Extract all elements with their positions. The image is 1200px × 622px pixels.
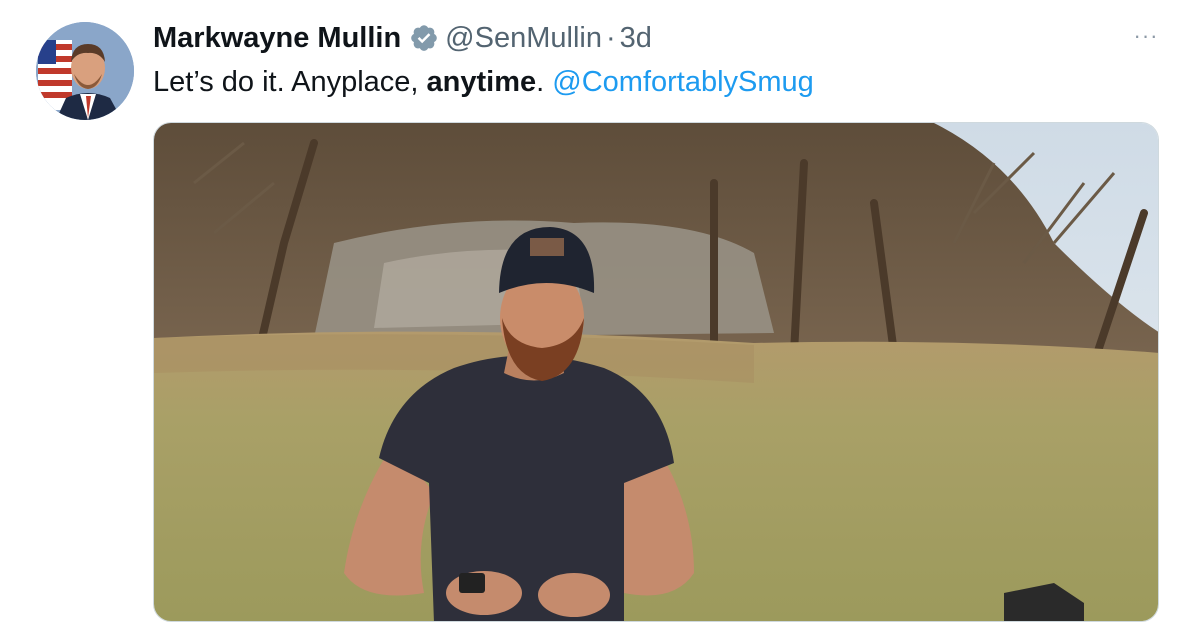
- tweet-timestamp[interactable]: 3d: [620, 22, 652, 55]
- header-separator: ·: [605, 21, 616, 54]
- tweet-text-part2: .: [536, 66, 553, 98]
- more-options-icon[interactable]: ···: [1128, 18, 1164, 54]
- tweet-header: Markwayne Mullin @SenMullin · 3d: [153, 16, 652, 60]
- tweet-text-bold: anytime: [426, 66, 537, 98]
- author-avatar[interactable]: [36, 22, 134, 120]
- photo-image: [154, 123, 1158, 621]
- avatar-image: [36, 22, 134, 120]
- author-name[interactable]: Markwayne Mullin: [153, 22, 401, 55]
- author-handle[interactable]: @SenMullin: [445, 22, 602, 55]
- tweet-media-photo[interactable]: [153, 122, 1159, 622]
- tweet-text: Let’s do it. Anyplace, anytime. @Comfort…: [153, 62, 814, 102]
- tweet-text-part1: Let’s do it. Anyplace,: [153, 66, 427, 98]
- verified-badge-icon[interactable]: [409, 23, 439, 53]
- mention-link[interactable]: @ComfortablySmug: [552, 66, 814, 98]
